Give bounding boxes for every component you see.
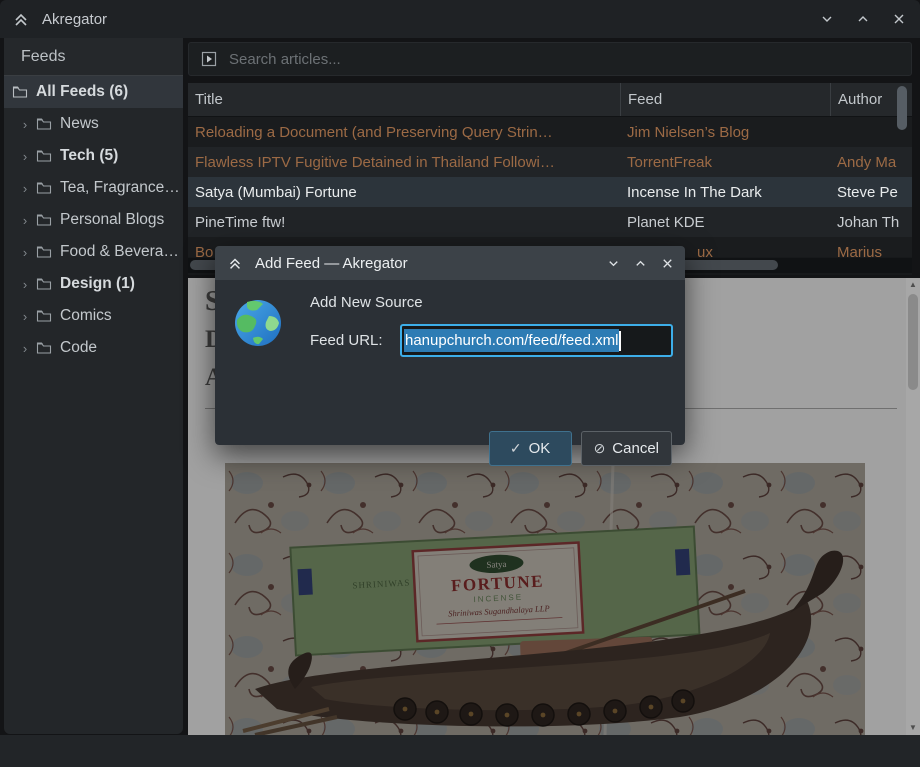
dialog-body: Add New Source Feed URL: hanupchurch.com… bbox=[215, 280, 685, 445]
dialog-titlebar[interactable]: Add Feed — Akregator bbox=[215, 246, 685, 280]
expand-chevron-icon[interactable]: › bbox=[14, 342, 36, 355]
table-row[interactable]: Reloading a Document (and Preserving Que… bbox=[188, 117, 912, 147]
text-caret bbox=[619, 331, 621, 351]
folder-icon bbox=[36, 212, 52, 228]
feeds-sidebar: Feeds All Feeds (6) › News › Tech (5) › … bbox=[4, 38, 183, 734]
article-photo: SHRINIWAS SUGANDHAL Satya FORTUNE INCENS… bbox=[225, 463, 865, 735]
sidebar-item-comics[interactable]: › Comics bbox=[4, 300, 183, 332]
table-row-selected[interactable]: Satya (Mumbai) Fortune Incense In The Da… bbox=[188, 177, 912, 207]
expand-chevron-icon[interactable]: › bbox=[14, 310, 36, 323]
sidebar-item-label: Food & Bevera… bbox=[60, 243, 179, 261]
minimize-icon[interactable] bbox=[814, 6, 840, 32]
sidebar-item-design[interactable]: › Design (1) bbox=[4, 268, 183, 300]
dialog-app-icon bbox=[227, 255, 243, 271]
table-row[interactable]: PineTime ftw! Planet KDE Johan Th bbox=[188, 207, 912, 237]
sidebar-item-personal-blogs[interactable]: › Personal Blogs bbox=[4, 204, 183, 236]
cell-feed: Jim Nielsen’s Blog bbox=[620, 117, 830, 147]
sidebar-item-label: Personal Blogs bbox=[60, 211, 164, 229]
feed-url-input[interactable]: hanupchurch.com/feed/feed.xml bbox=[400, 324, 673, 357]
cancel-button-label: Cancel bbox=[612, 440, 659, 457]
cell-author: Andy Ma bbox=[830, 147, 912, 177]
folder-icon bbox=[36, 148, 52, 164]
ok-button-label: OK bbox=[529, 440, 551, 457]
cell-title: PineTime ftw! bbox=[188, 207, 620, 237]
expand-chevron-icon[interactable]: › bbox=[14, 278, 36, 291]
cell-feed: TorrentFreak bbox=[620, 147, 830, 177]
sidebar-item-label: Code bbox=[60, 339, 97, 357]
expand-chevron-icon[interactable]: › bbox=[14, 214, 36, 227]
table-row[interactable]: Flawless IPTV Fugitive Detained in Thail… bbox=[188, 147, 912, 177]
expand-chevron-icon[interactable]: › bbox=[14, 182, 36, 195]
article-list-header: Title Feed Author bbox=[188, 83, 912, 117]
article-list-vscrollbar[interactable] bbox=[897, 86, 907, 130]
expand-chevron-icon[interactable]: › bbox=[14, 118, 36, 131]
close-icon[interactable] bbox=[886, 6, 912, 32]
expand-chevron-icon[interactable]: › bbox=[14, 150, 36, 163]
dialog-minimize-icon[interactable] bbox=[606, 256, 621, 271]
sidebar-item-tea-fragrance[interactable]: › Tea, Fragrance… bbox=[4, 172, 183, 204]
feed-url-selected-text: hanupchurch.com/feed/feed.xml bbox=[404, 329, 619, 352]
sidebar-item-all-feeds[interactable]: All Feeds (6) bbox=[4, 76, 183, 108]
folder-icon bbox=[12, 84, 28, 100]
cell-title: Flawless IPTV Fugitive Detained in Thail… bbox=[188, 147, 620, 177]
cell-feed: Incense In The Dark bbox=[620, 177, 830, 207]
sidebar-item-label: Tech (5) bbox=[60, 147, 118, 165]
sidebar-item-news[interactable]: › News bbox=[4, 108, 183, 140]
scroll-up-icon[interactable]: ▲ bbox=[906, 280, 920, 290]
feed-url-label: Feed URL: bbox=[310, 332, 383, 349]
column-header-title[interactable]: Title bbox=[188, 83, 620, 116]
folder-icon bbox=[36, 308, 52, 324]
dialog-title: Add Feed — Akregator bbox=[255, 255, 408, 272]
cell-feed: Planet KDE bbox=[620, 207, 830, 237]
sidebar-item-code[interactable]: › Code bbox=[4, 332, 183, 364]
window-title: Akregator bbox=[42, 11, 107, 28]
folder-icon bbox=[36, 244, 52, 260]
folder-icon bbox=[36, 276, 52, 292]
window-bottom-strip bbox=[0, 735, 920, 767]
expand-chevron-icon[interactable]: › bbox=[14, 246, 36, 259]
cell-author: Johan Th bbox=[830, 207, 912, 237]
cell-author: Marius bbox=[830, 237, 912, 257]
check-icon: ✓ bbox=[510, 440, 522, 457]
folder-icon bbox=[36, 340, 52, 356]
window-titlebar[interactable]: Akregator bbox=[0, 0, 920, 38]
search-placeholder: Search articles... bbox=[229, 51, 341, 68]
akregator-app-icon bbox=[12, 10, 30, 28]
sidebar-item-label: Comics bbox=[60, 307, 112, 325]
sidebar-item-label: All Feeds (6) bbox=[36, 83, 128, 101]
akregator-window: Akregator Feeds All Feeds (6) › News › bbox=[0, 0, 920, 767]
cell-author: Steve Pe bbox=[830, 177, 912, 207]
sidebar-header: Feeds bbox=[4, 38, 183, 76]
viewer-scrollbar-thumb[interactable] bbox=[908, 294, 918, 390]
cell-title: Reloading a Document (and Preserving Que… bbox=[188, 117, 620, 147]
globe-icon bbox=[233, 298, 283, 348]
dialog-close-icon[interactable] bbox=[660, 256, 675, 271]
sidebar-item-label: Design (1) bbox=[60, 275, 135, 293]
sidebar-item-tech[interactable]: › Tech (5) bbox=[4, 140, 183, 172]
cancel-slash-icon: ⊘ bbox=[594, 440, 606, 457]
folder-icon bbox=[36, 180, 52, 196]
sidebar-item-label: News bbox=[60, 115, 99, 133]
search-filter-icon bbox=[201, 51, 217, 67]
add-feed-dialog: Add Feed — Akregator bbox=[215, 246, 685, 445]
scroll-down-icon[interactable]: ▼ bbox=[906, 723, 920, 733]
article-rows: Reloading a Document (and Preserving Que… bbox=[188, 117, 912, 257]
maximize-icon[interactable] bbox=[850, 6, 876, 32]
folder-icon bbox=[36, 116, 52, 132]
dialog-maximize-icon[interactable] bbox=[633, 256, 648, 271]
cancel-button[interactable]: ⊘ Cancel bbox=[581, 431, 672, 466]
dialog-heading: Add New Source bbox=[310, 294, 423, 311]
search-input[interactable]: Search articles... bbox=[188, 42, 912, 76]
ok-button[interactable]: ✓ OK bbox=[489, 431, 572, 466]
sidebar-item-label: Tea, Fragrance… bbox=[60, 179, 180, 197]
sidebar-item-food-beverage[interactable]: › Food & Bevera… bbox=[4, 236, 183, 268]
column-header-feed[interactable]: Feed bbox=[620, 83, 830, 116]
cell-title: Satya (Mumbai) Fortune bbox=[188, 177, 620, 207]
viewer-vscrollbar[interactable]: ▲ ▼ bbox=[906, 278, 920, 735]
